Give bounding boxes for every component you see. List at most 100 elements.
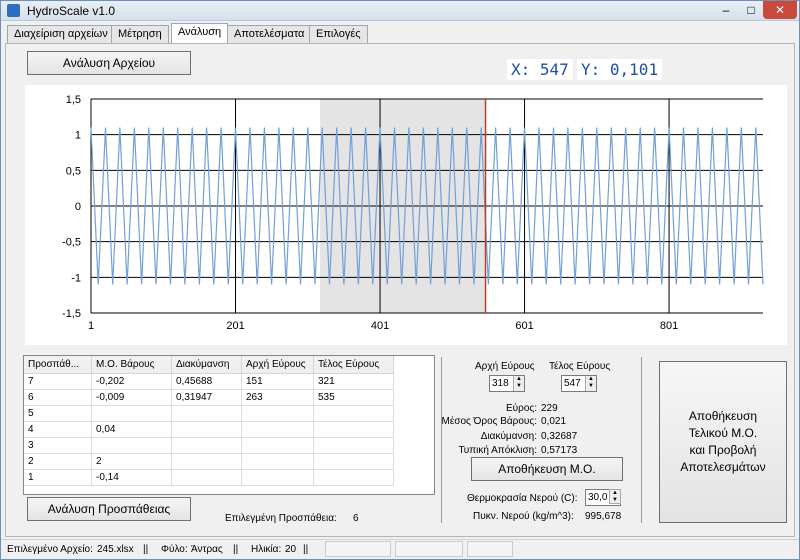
spinner-arrows-icon[interactable]: ▲ ▼ [585,376,596,391]
water-temp-label: Θερμοκρασία Νερού (C): [467,493,578,504]
table-cell[interactable] [92,406,172,422]
table-cell[interactable] [314,406,394,422]
table-cell[interactable] [242,470,314,486]
table-cell[interactable]: 535 [314,390,394,406]
y-tick-label: 0,5 [66,165,81,177]
x-tick-label: 1 [88,320,94,332]
x-value: 547 [539,60,569,79]
table-cell[interactable] [172,406,242,422]
range-start-spinner[interactable]: 318 ▲ ▼ [489,375,525,392]
table-cell[interactable]: 4 [24,422,92,438]
table-cell[interactable] [172,438,242,454]
table-cell[interactable]: -0,009 [92,390,172,406]
column-header[interactable]: Διακύμανση [172,356,242,374]
tab-measurement[interactable]: Μέτρηση [111,25,169,43]
y-value: 0,101 [609,60,659,79]
table-cell[interactable]: 2 [24,454,92,470]
table-cell[interactable] [92,438,172,454]
table-cell[interactable]: -0,202 [92,374,172,390]
range-start-value: 318 [492,378,509,389]
tab-results[interactable]: Αποτελέσματα [227,25,312,43]
status-disabled-button-1 [325,541,391,557]
x-tick-label: 201 [226,320,244,332]
spinner-arrows-icon[interactable]: ▲ ▼ [609,489,621,504]
column-header[interactable]: Προσπάθ... [24,356,92,374]
tab-options[interactable]: Επιλογές [309,25,368,43]
table-cell[interactable] [172,422,242,438]
table-cell[interactable]: 263 [242,390,314,406]
mean-stat-value: 0,021 [541,416,567,427]
table-cell[interactable]: 151 [242,374,314,390]
table-cell[interactable]: 1 [24,470,92,486]
mean-stat-label: Μέσος Όρος Βάρους: [441,416,537,427]
table-cell[interactable]: 321 [314,374,394,390]
range-end-spinner[interactable]: 547 ▲ ▼ [561,375,597,392]
analyze-attempt-button[interactable]: Ανάλυση Προσπάθειας [27,497,191,521]
table-cell[interactable]: 0,31947 [172,390,242,406]
water-temp-spinner[interactable]: ▲ ▼ [609,489,621,506]
y-label: Y: [581,60,601,79]
column-header[interactable]: Αρχή Εύρους [242,356,314,374]
window-title: HydroScale v1.0 [27,4,116,18]
table-cell[interactable]: 2 [92,454,172,470]
spinner-arrows-icon[interactable]: ▲ ▼ [513,376,524,391]
table-cell[interactable] [242,454,314,470]
save-final-line-2: Τελικού Μ.Ο. [688,426,758,440]
signal-chart[interactable]: 1,5 1 0,5 0 -0,5 -1 -1,5 1 201 401 601 801 [25,85,787,345]
table-cell[interactable]: 0,04 [92,422,172,438]
table-cell[interactable] [242,422,314,438]
x-tick-label: 601 [515,320,533,332]
range-end-label: Τέλος Εύρους [549,361,611,372]
table-cell[interactable] [314,470,394,486]
status-file-value: 245.xlsx [97,544,134,555]
table-cell[interactable]: -0,14 [92,470,172,486]
y-tick-label: -1 [71,272,81,284]
title-bar: HydroScale v1.0 – □ ✕ [1,1,799,21]
save-final-line-3: και Προβολή [689,443,757,457]
status-separator: || [233,544,239,555]
table-cell[interactable]: 5 [24,406,92,422]
range-stat-value: 229 [541,403,558,414]
table-cell[interactable]: 3 [24,438,92,454]
status-sex-value: Άντρας [191,544,223,555]
table-cell[interactable] [314,422,394,438]
cursor-coordinates-y: Y: 0,101 [577,59,663,80]
table-cell[interactable] [314,438,394,454]
maximize-button[interactable]: □ [739,1,763,19]
analyze-file-button[interactable]: Ανάλυση Αρχείου [27,51,191,75]
table-cell[interactable] [242,406,314,422]
status-bar: Επιλεγμένο Αρχείο: 245.xlsx || Φύλο: Άντ… [1,539,799,559]
y-tick-label: -1,5 [62,308,81,320]
save-mean-button[interactable]: Αποθήκευση Μ.Ο. [471,457,623,481]
tab-file-management[interactable]: Διαχείριση αρχείων [7,25,115,43]
save-final-line-1: Αποθήκευση [688,409,758,423]
close-button[interactable]: ✕ [763,1,797,19]
table-cell[interactable]: 6 [24,390,92,406]
x-tick-label: 801 [660,320,678,332]
table-cell[interactable]: 0,45688 [172,374,242,390]
y-tick-label: 1,5 [66,94,81,106]
table-cell[interactable]: 7 [24,374,92,390]
minimize-button[interactable]: – [713,1,739,19]
table-cell[interactable] [172,470,242,486]
column-header[interactable]: Τέλος Εύρους [314,356,394,374]
attempts-table[interactable]: Προσπάθ... Μ.Ο. Βάρους Διακύμανση Αρχή Εύρο… [23,355,435,495]
status-file-label: Επιλεγμένο Αρχείο: [7,544,93,555]
table-cell[interactable] [314,454,394,470]
save-final-line-4: Αποτελεσμάτων [680,460,766,474]
save-final-button[interactable]: Αποθήκευση Τελικού Μ.Ο. και Προβολή Αποτ… [659,361,787,523]
separator [641,357,642,523]
tab-analysis[interactable]: Ανάλυση [171,23,229,44]
status-age-value: 20 [285,544,297,555]
status-sex-label: Φύλο: [161,544,188,555]
table-cell[interactable] [172,454,242,470]
x-tick-label: 401 [371,320,389,332]
std-stat-label: Τυπική Απόκλιση: [458,445,538,456]
table-cell[interactable] [242,438,314,454]
app-icon [7,4,20,17]
y-tick-label: 1 [75,130,81,142]
separator [441,357,442,523]
range-start-label: Αρχή Εύρους [475,361,535,372]
status-separator: || [303,544,309,555]
column-header[interactable]: Μ.Ο. Βάρους [92,356,172,374]
